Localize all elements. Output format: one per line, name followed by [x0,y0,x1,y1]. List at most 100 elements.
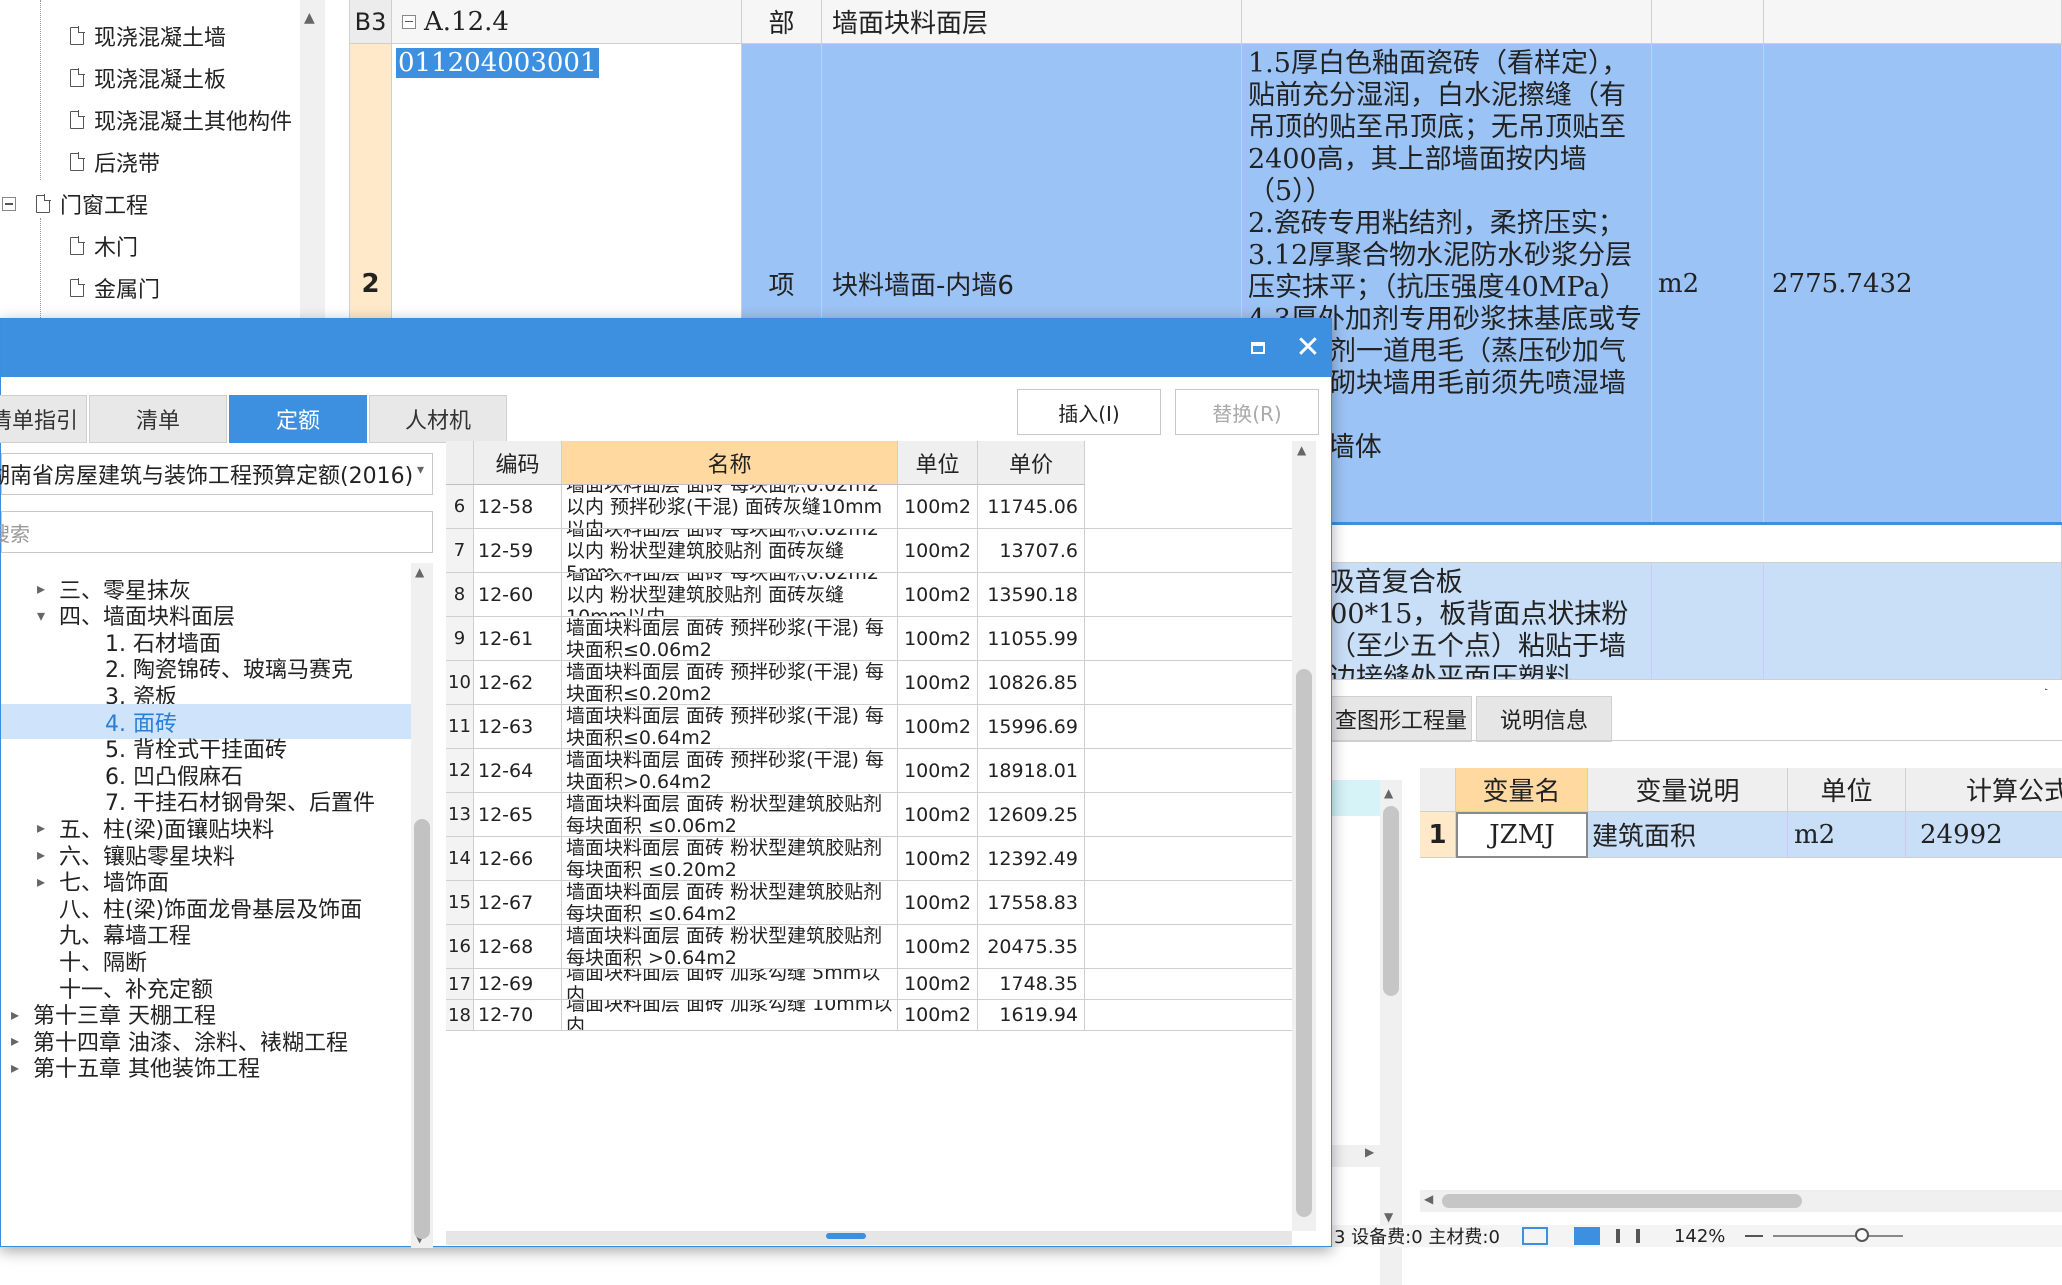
tree-item[interactable]: 金属门 [70,268,160,308]
tab-description-info[interactable]: 说明信息 [1476,696,1612,742]
query-dialog: ✕ 清单指引 清单 定额 人材机 插入(I) 替换(R) 湖南省房屋建筑与装饰工… [0,318,1332,1248]
document-icon [70,68,85,87]
tree-item[interactable]: 木门 [70,226,138,266]
insert-button[interactable]: 插入(I) [1017,389,1161,435]
item-unit-cell[interactable]: m2 [1652,44,1764,524]
collapse-icon[interactable] [402,14,416,29]
scroll-up-icon[interactable]: ▲ [304,10,315,26]
var-desc-cell[interactable]: 建筑面积 [1588,812,1788,858]
scroll-left-icon[interactable]: ◀ [1424,1192,1433,1206]
chevron-right-icon[interactable]: ▸ [31,579,51,598]
quota-price: 20475.35 [978,925,1085,968]
quota-unit: 100m2 [898,969,978,999]
quota-price: 1619.94 [978,1000,1085,1030]
quota-row[interactable]: 9 12-61 墙面块料面层 面砖 预拌砂浆(干混) 每块面积≤0.06m2 100m… [446,617,1292,661]
search-input[interactable]: 搜索 [0,511,433,553]
col-header-var-desc[interactable]: 变量说明 [1588,768,1788,812]
var-value-cell[interactable]: 24992 [1906,812,2062,858]
scroll-up-icon[interactable]: ▲ [415,565,424,579]
chapter-tree-item[interactable]: ▸ 第十五章 其他装饰工程 [1,1050,413,1085]
tab-graphic-quantity[interactable]: 查图形工程量 [1330,696,1472,742]
tab-bill[interactable]: 清单 [89,395,227,443]
item-code-text[interactable]: 011204003001 [396,48,599,78]
row-index: 13 [446,793,474,836]
part-code-cell[interactable]: A.12.4 [392,0,742,44]
quota-row[interactable]: 812-60墙面块料面层 面砖 每块面积0.02m2以内 粉状型建筑胶贴剂 面砖… [446,573,1292,617]
var-name-cell[interactable]: JZMJ [1456,812,1588,858]
chevron-down-icon[interactable]: ▾ [31,606,51,625]
list-row[interactable] [1330,780,1380,816]
maximize-button[interactable] [1241,331,1275,365]
tree-item-doors-windows[interactable]: 门窗工程 [2,184,148,224]
scroll-thumb[interactable] [1383,806,1399,996]
quota-row[interactable]: 11 12-63 墙面块料面层 面砖 预拌砂浆(干混) 每块面积≤0.64m2 100… [446,705,1292,749]
tree-item[interactable]: 现浇混凝土板 [70,58,226,98]
chevron-right-icon[interactable]: ▸ [5,1031,25,1050]
col-header-formula[interactable]: 计算公式 [1906,768,2062,812]
var-unit-cell[interactable]: m2 [1788,812,1906,858]
empty-cell [1764,0,2062,44]
tree-scrollbar[interactable]: ▲ [300,0,325,320]
quota-row[interactable]: 10 12-62 墙面块料面层 面砖 预拌砂浆(干混) 每块面积≤0.20m2 100… [446,661,1292,705]
pause-icon[interactable] [1615,1229,1640,1243]
list-scrollbar[interactable]: ▲ ▼ [1380,780,1402,1285]
chevron-right-icon[interactable]: ▸ [31,872,51,891]
scroll-up-icon[interactable]: ▲ [1297,443,1306,457]
chevron-right-icon[interactable]: ▸ [31,845,51,864]
quota-row[interactable]: 18 12-70 墙面块料面层 面砖 加浆勾缝 10mm以内 100m2 1619.94 [446,1000,1292,1031]
item-quantity-cell[interactable]: 2775.7432 [1764,44,2062,524]
zoom-out-icon[interactable] [1745,1235,1764,1237]
col-header-code[interactable]: 编码 [474,441,562,485]
zoom-slider[interactable] [1773,1228,1904,1242]
tab-quota[interactable]: 定额 [229,395,367,443]
quota-row[interactable]: 16 12-68 墙面块料面层 面砖 粉状型建筑胶贴剂 每块面积 >0.64m2 10… [446,925,1292,969]
scroll-thumb[interactable] [1296,669,1312,1217]
col-header-price[interactable]: 单价 [978,441,1085,485]
tab-bill-guide[interactable]: 清单指引 [0,395,87,443]
tab-labor-material-machine[interactable]: 人材机 [369,395,507,443]
var-hscrollbar[interactable]: ◀ [1420,1190,2062,1212]
scroll-up-icon[interactable]: ▲ [1384,786,1393,800]
tree-item[interactable]: 后浇带 [70,142,160,182]
part-type-cell: 部 [742,0,822,44]
scroll-thumb[interactable] [1442,1194,1802,1208]
quota-unit: 100m2 [898,793,978,836]
zoom-slider-handle[interactable] [1855,1228,1870,1242]
view-icon[interactable] [1521,1227,1548,1245]
quota-row[interactable]: 612-58墙面块料面层 面砖 每块面积0.02m2以内 预拌砂浆(干混) 面砖… [446,485,1292,529]
collapse-icon[interactable] [2,197,16,211]
quota-unit: 100m2 [898,837,978,880]
tree-item[interactable]: 现浇混凝土墙 [70,16,226,56]
row-index: 6 [446,485,474,528]
dialog-titlebar[interactable]: ✕ [1,319,1331,377]
quota-row[interactable]: 13 12-65 墙面块料面层 面砖 粉状型建筑胶贴剂 每块面积 ≤0.06m2 10… [446,793,1292,837]
chevron-right-icon[interactable]: ▸ [31,818,51,837]
quota-row[interactable]: 14 12-66 墙面块料面层 面砖 粉状型建筑胶贴剂 每块面积 ≤0.20m2 10… [446,837,1292,881]
quota-code: 12-69 [474,969,562,999]
quota-library-select[interactable]: 湖南省房屋建筑与装饰工程预算定额(2016) ▾ [0,453,433,495]
col-header-name[interactable]: 名称 [562,441,898,485]
quota-row[interactable]: 17 12-69 墙面块料面层 面砖 加浆勾缝 5mm以内 100m2 1748.35 [446,969,1292,1000]
splitter-bar[interactable] [446,1231,1292,1245]
quota-row[interactable]: 712-59墙面块料面层 面砖 每块面积0.02m2以内 粉状型建筑胶贴剂 面砖… [446,529,1292,573]
tree-item[interactable]: 现浇混凝土其他构件 [70,100,292,140]
quota-row[interactable]: 15 12-67 墙面块料面层 面砖 粉状型建筑胶贴剂 每块面积 ≤0.64m2 10… [446,881,1292,925]
row-index[interactable]: 1 [1420,812,1456,858]
splitter-handle[interactable] [826,1233,866,1239]
replace-button[interactable]: 替换(R) [1175,389,1319,435]
scroll-down-icon[interactable]: ▼ [1384,1210,1393,1224]
chevron-right-icon[interactable]: ▸ [5,1005,25,1024]
col-header-unit[interactable]: 单位 [898,441,978,485]
close-button[interactable]: ✕ [1291,331,1325,365]
quota-unit: 100m2 [898,1000,978,1030]
empty-cell [1242,0,1652,44]
chevron-right-icon[interactable]: ▸ [5,1058,25,1077]
document-icon [70,152,85,171]
view-icon[interactable] [1573,1227,1600,1245]
col-header-unit[interactable]: 单位 [1788,768,1906,812]
col-header-var-name[interactable]: 变量名 [1456,768,1588,812]
scroll-right-icon[interactable]: ▶ [1365,1145,1374,1159]
quota-row[interactable]: 12 12-64 墙面块料面层 面砖 预拌砂浆(干混) 每块面积>0.64m2 100… [446,749,1292,793]
scroll-thumb[interactable] [414,819,430,1239]
quota-code: 12-58 [474,485,562,528]
